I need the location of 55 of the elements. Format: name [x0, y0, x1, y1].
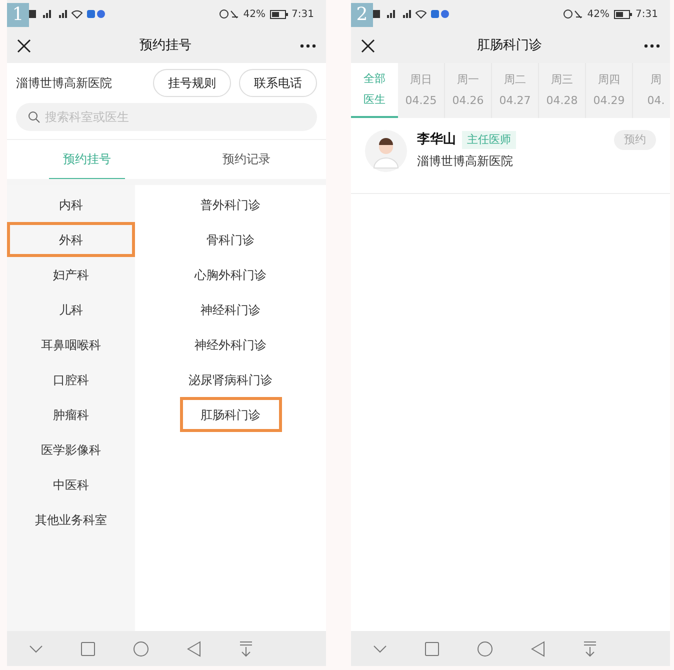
- alarm-icon: [563, 9, 584, 19]
- step-badge: 2: [351, 3, 373, 27]
- chevron-down-icon[interactable]: [373, 644, 387, 652]
- pill-button[interactable]: 挂号规则: [153, 69, 231, 97]
- square-icon[interactable]: [81, 642, 95, 656]
- doctor-hospital: 淄博世博高新医院: [417, 152, 514, 170]
- home-icon[interactable]: [133, 640, 149, 656]
- department-item[interactable]: 肿瘤科: [7, 397, 135, 432]
- status-time: 7:31: [636, 8, 658, 22]
- department-item[interactable]: 内科: [7, 187, 135, 222]
- back-icon[interactable]: [531, 640, 545, 656]
- doctor-title-tag: 主任医师: [462, 130, 516, 149]
- tab[interactable]: 预约记录: [208, 140, 284, 180]
- department-item[interactable]: 儿科: [7, 292, 135, 327]
- hospital-name: 淄博世博高新医院: [16, 75, 112, 92]
- status-time: 7:31: [292, 8, 314, 22]
- battery-icon: [270, 10, 288, 18]
- home-icon[interactable]: [477, 640, 493, 656]
- window-title: 肛肠科门诊: [477, 36, 542, 55]
- department-item[interactable]: 其他业务科室: [7, 502, 135, 537]
- department-item[interactable]: 口腔科: [7, 362, 135, 397]
- step-badge: 1: [7, 3, 29, 27]
- search-icon: [28, 111, 40, 123]
- department-item[interactable]: 妇产科: [7, 257, 135, 292]
- doctor-avatar: [365, 130, 407, 172]
- back-icon[interactable]: [187, 640, 201, 656]
- battery-icon: [614, 10, 632, 18]
- department-item[interactable]: 耳鼻咽喉科: [7, 327, 135, 362]
- signal-icon: [371, 9, 451, 19]
- clinic-item[interactable]: 神经外科门诊: [194, 327, 266, 362]
- close-icon[interactable]: [17, 38, 31, 52]
- department-item[interactable]: 医学影像科: [7, 432, 135, 467]
- signal-icon: [27, 9, 107, 19]
- close-icon[interactable]: [361, 38, 375, 52]
- doctor-name: 李华山: [417, 131, 456, 149]
- clinic-item[interactable]: 神经科门诊: [200, 292, 260, 327]
- more-icon[interactable]: [644, 44, 660, 48]
- battery-percent: 42%: [243, 8, 266, 22]
- download-icon[interactable]: [239, 640, 253, 656]
- battery-percent: 42%: [587, 8, 610, 22]
- department-item[interactable]: 中医科: [7, 467, 135, 502]
- clinic-item[interactable]: 骨科门诊: [206, 222, 254, 257]
- window-title: 预约挂号: [140, 36, 192, 55]
- alarm-icon: [219, 9, 240, 19]
- clinic-item[interactable]: 普外科门诊: [200, 187, 260, 222]
- square-icon[interactable]: [425, 642, 439, 656]
- department-item[interactable]: 外科: [7, 222, 135, 257]
- more-icon[interactable]: [300, 44, 316, 48]
- clinic-item[interactable]: 泌尿肾病科门诊: [188, 362, 272, 397]
- chevron-down-icon[interactable]: [29, 644, 43, 652]
- doctor-card[interactable]: 李华山 主任医师 淄博世博高新医院 预约: [351, 118, 670, 194]
- download-icon[interactable]: [583, 640, 597, 656]
- pill-button[interactable]: 联系电话: [239, 69, 317, 97]
- clinic-item[interactable]: 心胸外科门诊: [194, 257, 266, 292]
- clinic-item[interactable]: 肛肠科门诊: [180, 397, 282, 432]
